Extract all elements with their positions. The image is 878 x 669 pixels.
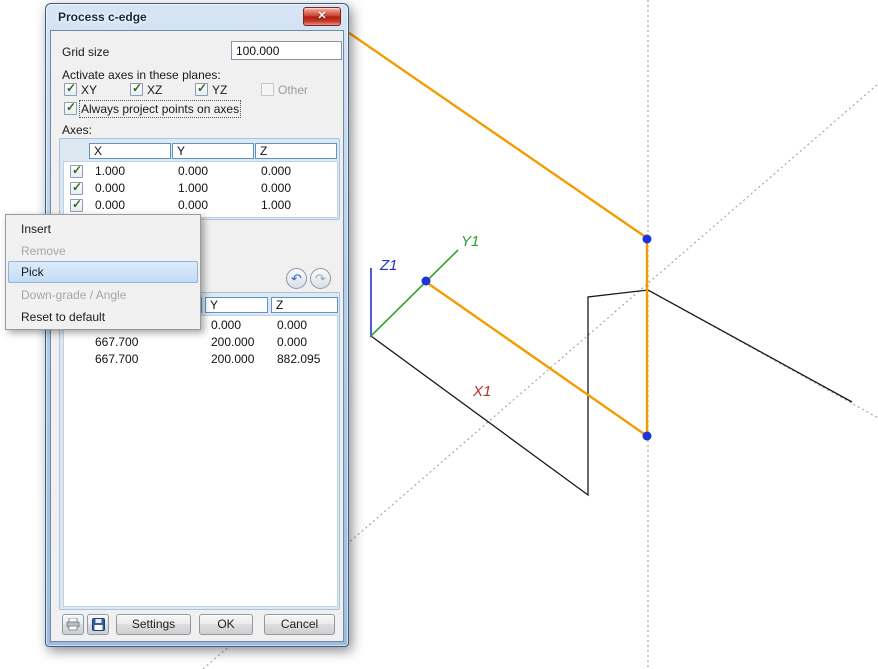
axis-value-z: 0.000: [256, 163, 338, 180]
plane-xz-label: XZ: [147, 83, 162, 97]
axes-grid-header-z[interactable]: Z: [255, 143, 337, 159]
z-axis-label: Z1: [379, 257, 398, 274]
point-row[interactable]: 667.700 200.000 882.095: [64, 351, 337, 368]
pick-point-1[interactable]: [643, 235, 652, 244]
point-value-x: 667.700: [90, 334, 208, 351]
dialog-title: Process c-edge: [58, 10, 147, 24]
save-button[interactable]: [87, 614, 109, 635]
axis-value-x: 0.000: [90, 197, 177, 214]
plane-other-checkbox: [261, 83, 274, 96]
point-value-z: 0.000: [272, 334, 338, 351]
plane-xz-checkbox[interactable]: [130, 83, 143, 96]
axes-grid-panel: X Y Z 1.000 0.000 0.000 0.000 1.000 0.00…: [59, 138, 340, 220]
point-value-z: 882.095: [272, 351, 338, 368]
points-grid-body[interactable]: 0.000 0.000 667.700 200.000 0.000 667.70…: [63, 315, 338, 607]
point-value-z: 0.000: [272, 317, 338, 334]
point-value-y: 0.000: [206, 317, 274, 334]
undo-button[interactable]: ↶: [286, 268, 307, 289]
plane-yz-label: YZ: [212, 83, 227, 97]
axes-label: Axes:: [62, 123, 92, 137]
axes-grid-row[interactable]: 0.000 0.000 1.000: [64, 197, 337, 214]
dialog-titlebar[interactable]: Process c-edge ✕: [46, 4, 348, 30]
plane-yz-checkbox[interactable]: [195, 83, 208, 96]
point-value-y: 200.000: [206, 351, 274, 368]
axes-grid-header-y[interactable]: Y: [172, 143, 254, 159]
c-edge-segment-1[interactable]: [339, 26, 647, 238]
redo-icon: ↷: [315, 271, 326, 286]
dialog-client-area: Grid size Activate axes in these planes:…: [50, 30, 344, 642]
axis-row-checkbox[interactable]: [70, 199, 83, 212]
print-button[interactable]: [62, 614, 84, 635]
axis-row-checkbox[interactable]: [70, 165, 83, 178]
menu-item-pick[interactable]: Pick: [8, 261, 198, 283]
menu-item-reset-to-default[interactable]: Reset to default: [8, 305, 198, 327]
points-grid-header-z[interactable]: Z: [271, 297, 338, 313]
plane-other-label: Other: [278, 83, 308, 97]
always-project-label: Always project points on axes: [81, 102, 239, 116]
c-edge-segment-3[interactable]: [426, 282, 647, 436]
axis-value-x: 0.000: [90, 180, 177, 197]
grid-size-input[interactable]: [231, 41, 342, 60]
floppy-disk-icon: [92, 618, 105, 631]
y-axis-label: Y1: [461, 233, 479, 250]
axis-value-z: 1.000: [256, 197, 338, 214]
points-grid-panel: X Y Z 0.000 0.000 667.700 200.000 0.000: [59, 292, 340, 610]
pick-point-3[interactable]: [422, 277, 431, 286]
planes-label: Activate axes in these planes:: [62, 68, 221, 82]
part-wireframe[interactable]: [371, 290, 852, 495]
axes-grid-body: 1.000 0.000 0.000 0.000 1.000 0.000 0.00…: [63, 161, 338, 218]
point-value-x: 667.700: [90, 351, 208, 368]
axes-grid-header-x[interactable]: X: [89, 143, 171, 159]
grid-size-label: Grid size: [62, 45, 109, 59]
menu-item-downgrade-angle: Down-grade / Angle: [8, 283, 198, 305]
close-icon: ✕: [317, 10, 326, 22]
axes-grid-row[interactable]: 1.000 0.000 0.000: [64, 163, 337, 180]
point-value-y: 200.000: [206, 334, 274, 351]
pick-point-2[interactable]: [643, 432, 652, 441]
redo-button: ↷: [310, 268, 331, 289]
close-button[interactable]: ✕: [303, 7, 341, 26]
axis-row-checkbox[interactable]: [70, 182, 83, 195]
axis-value-y: 1.000: [173, 180, 260, 197]
cancel-button[interactable]: Cancel: [264, 614, 335, 635]
axis-value-y: 0.000: [173, 197, 260, 214]
menu-item-insert[interactable]: Insert: [8, 217, 198, 239]
application-canvas: Z1 Y1 X1 Process c-edge ✕ Grid size Acti…: [0, 0, 878, 669]
axis-value-x: 1.000: [90, 163, 177, 180]
axis-value-z: 0.000: [256, 180, 338, 197]
plane-xy-label: XY: [81, 83, 97, 97]
printer-icon: [66, 618, 80, 631]
always-project-checkbox[interactable]: [64, 102, 77, 115]
undo-icon: ↶: [291, 271, 302, 286]
menu-item-remove: Remove: [8, 239, 198, 261]
context-menu: Insert Remove Pick Down-grade / Angle Re…: [5, 214, 201, 330]
x-axis-label: X1: [472, 383, 491, 400]
points-grid-header-y[interactable]: Y: [205, 297, 268, 313]
settings-button[interactable]: Settings: [116, 614, 191, 635]
axis-value-y: 0.000: [173, 163, 260, 180]
point-row[interactable]: 667.700 200.000 0.000: [64, 334, 337, 351]
plane-xy-checkbox[interactable]: [64, 83, 77, 96]
axes-grid-row[interactable]: 0.000 1.000 0.000: [64, 180, 337, 197]
ok-button[interactable]: OK: [199, 614, 253, 635]
